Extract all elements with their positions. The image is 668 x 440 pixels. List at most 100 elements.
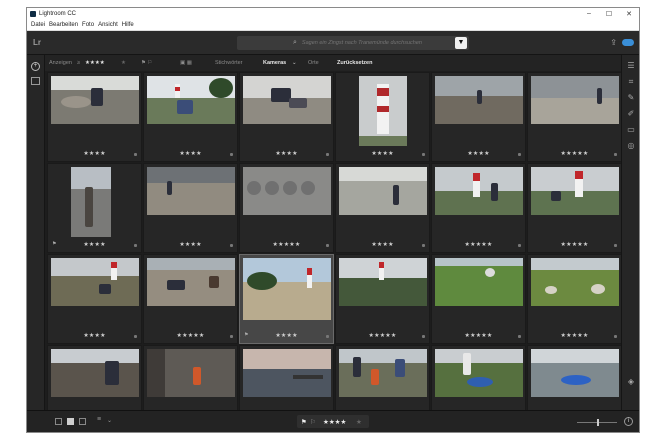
- tile-rating[interactable]: ★★★★: [336, 241, 429, 248]
- photo-tile[interactable]: ★★★★: [239, 72, 334, 162]
- chevron-down-icon[interactable]: ⌄: [292, 60, 297, 66]
- tile-rating[interactable]: ★★★★★: [144, 332, 237, 339]
- reset-filter-button[interactable]: Zurücksetzen: [337, 60, 372, 66]
- pick-flag-icon[interactable]: ⚑: [301, 418, 307, 426]
- photo-tile[interactable]: ★★★★★: [239, 163, 334, 253]
- photo-tile[interactable]: ★★★★: [47, 345, 142, 412]
- cloud-sync-icon[interactable]: [622, 39, 634, 46]
- photo-tile[interactable]: ★★★★★: [431, 254, 526, 344]
- rating-empty-star[interactable]: ★: [356, 418, 362, 426]
- photo-tile[interactable]: ★★★★: [335, 345, 430, 412]
- add-photos-icon[interactable]: +: [31, 62, 40, 71]
- linear-gradient-icon[interactable]: ▭: [626, 125, 636, 134]
- tile-rating[interactable]: ★★★★★: [336, 332, 429, 339]
- menu-ansicht[interactable]: Ansicht: [98, 22, 118, 28]
- photo-tile[interactable]: ★★★★: [431, 72, 526, 162]
- photo-tile[interactable]: ★★★★: [143, 163, 238, 253]
- search-box[interactable]: ⌕: [237, 36, 469, 50]
- tile-rating[interactable]: ★★★★: [432, 150, 525, 157]
- maximize-button[interactable]: ☐: [599, 10, 619, 18]
- square-grid-icon[interactable]: [55, 418, 62, 425]
- menu-hilfe[interactable]: Hilfe: [122, 22, 134, 28]
- photo-tile[interactable]: ★★★★: [47, 254, 142, 344]
- photo-tile[interactable]: ★★★★★: [335, 254, 430, 344]
- tile-rating[interactable]: ★★★★: [240, 150, 333, 157]
- crop-icon[interactable]: ⌗: [626, 77, 636, 87]
- flag-filter-icon[interactable]: ⚑ ⚐: [141, 60, 152, 66]
- radial-gradient-icon[interactable]: ◎: [626, 141, 636, 150]
- filter-bar: Anzeigen ≥ ★★★★ ★ ⚑ ⚐ ▣ ▦ Stichwörter Ka…: [45, 55, 623, 71]
- tile-rating[interactable]: ★★★★: [144, 241, 237, 248]
- left-rail: +: [27, 55, 45, 412]
- tile-rating[interactable]: ★★★★: [48, 332, 141, 339]
- photo-tile[interactable]: ★★★★: [143, 345, 238, 412]
- keywords-filter[interactable]: Stichwörter: [215, 60, 243, 66]
- menu-bar: Datei Bearbeiten Foto Ansicht Hilfe: [27, 20, 639, 31]
- close-button[interactable]: ✕: [619, 10, 639, 18]
- photo-tile[interactable]: ★★★★★: [527, 72, 622, 162]
- tile-rating[interactable]: ★★★★★: [432, 241, 525, 248]
- tile-rating[interactable]: ★★★★: [48, 150, 141, 157]
- tile-badge-icon: [134, 335, 137, 338]
- rating-filter-empty-star[interactable]: ★: [121, 60, 126, 66]
- reject-flag-icon[interactable]: ⚐: [310, 418, 316, 426]
- media-type-filter-icon[interactable]: ▣ ▦: [180, 60, 192, 66]
- minimize-button[interactable]: –: [579, 10, 599, 18]
- places-filter[interactable]: Orte: [308, 60, 319, 66]
- tile-rating[interactable]: ★★★★★: [528, 150, 621, 157]
- rating-filter-stars[interactable]: ★★★★: [85, 60, 105, 66]
- photo-tile[interactable]: ★★★★: [335, 72, 430, 162]
- photo-tile[interactable]: ★★★★★: [527, 254, 622, 344]
- menu-datei[interactable]: Datei: [31, 22, 45, 28]
- tile-rating[interactable]: ★★★★★: [240, 241, 333, 248]
- tile-badge-icon: [230, 335, 233, 338]
- photo-grid: ★★★★ ★★★★ ★★★★ ★★★★ ★★★★ ★★★★★ ⚑ ★★★★ ★★…: [45, 71, 623, 412]
- info-icon[interactable]: i: [624, 417, 633, 426]
- tile-badge-icon: [614, 335, 617, 338]
- tile-rating[interactable]: ★★★★★: [528, 241, 621, 248]
- tile-rating[interactable]: ★★★★: [144, 150, 237, 157]
- tile-badge-icon: [134, 244, 137, 247]
- photo-tile[interactable]: ★★★★: [143, 72, 238, 162]
- tile-badge-icon: [518, 335, 521, 338]
- rating-operator[interactable]: ≥: [77, 60, 80, 66]
- filter-icon[interactable]: ▼: [455, 37, 467, 49]
- app-window: Lightroom CC – ☐ ✕ Datei Bearbeiten Foto…: [26, 7, 640, 433]
- photo-tile[interactable]: ★★★★★: [431, 163, 526, 253]
- photo-tile-selected[interactable]: ⚑ ★★★★: [239, 254, 334, 344]
- bottom-toolbar: ≡ ⌄ ⚑ ⚐ ★★★★ ★ i: [27, 410, 639, 432]
- tile-rating[interactable]: ★★★★★: [528, 332, 621, 339]
- rating-stars[interactable]: ★★★★: [323, 418, 346, 426]
- healing-brush-icon[interactable]: ✎: [626, 93, 636, 102]
- photo-tile[interactable]: ★★★★★: [143, 254, 238, 344]
- tile-rating[interactable]: ★★★★★: [432, 332, 525, 339]
- tile-rating[interactable]: ★★★★: [336, 150, 429, 157]
- photo-grid-icon[interactable]: [67, 418, 74, 425]
- tile-rating[interactable]: ★★★★: [48, 241, 141, 248]
- photo-tile[interactable]: ★★★★★: [527, 163, 622, 253]
- tag-icon[interactable]: ◈: [626, 377, 636, 386]
- rating-flag-control: ⚑ ⚐ ★★★★ ★: [297, 415, 369, 428]
- detail-view-icon[interactable]: [79, 418, 86, 425]
- share-icon[interactable]: ⇪: [610, 38, 617, 47]
- menu-foto[interactable]: Foto: [82, 22, 94, 28]
- photo-tile[interactable]: ★★★★: [527, 345, 622, 412]
- show-label: Anzeigen: [49, 60, 72, 66]
- photo-tile[interactable]: ★★★★: [47, 72, 142, 162]
- photo-tile[interactable]: ★★★★: [431, 345, 526, 412]
- brush-icon[interactable]: ✐: [626, 109, 636, 118]
- edit-sliders-icon[interactable]: ☰: [626, 61, 636, 70]
- sort-icon[interactable]: ≡: [97, 416, 101, 423]
- cameras-filter[interactable]: Kameras: [263, 60, 286, 66]
- search-input[interactable]: [301, 40, 442, 46]
- photo-tile[interactable]: ⚑ ★★★★: [47, 163, 142, 253]
- search-icon: ⌕: [293, 39, 297, 46]
- photo-tile[interactable]: ★★★★: [335, 163, 430, 253]
- chevron-down-icon[interactable]: ⌄: [107, 417, 112, 424]
- slider-handle[interactable]: [597, 419, 599, 426]
- tile-rating[interactable]: ★★★★: [240, 332, 333, 339]
- menu-bearbeiten[interactable]: Bearbeiten: [49, 22, 78, 28]
- photo-tile[interactable]: ⚑ ★★★★: [239, 345, 334, 412]
- tile-badge-icon: [422, 153, 425, 156]
- library-panel-icon[interactable]: [31, 77, 40, 85]
